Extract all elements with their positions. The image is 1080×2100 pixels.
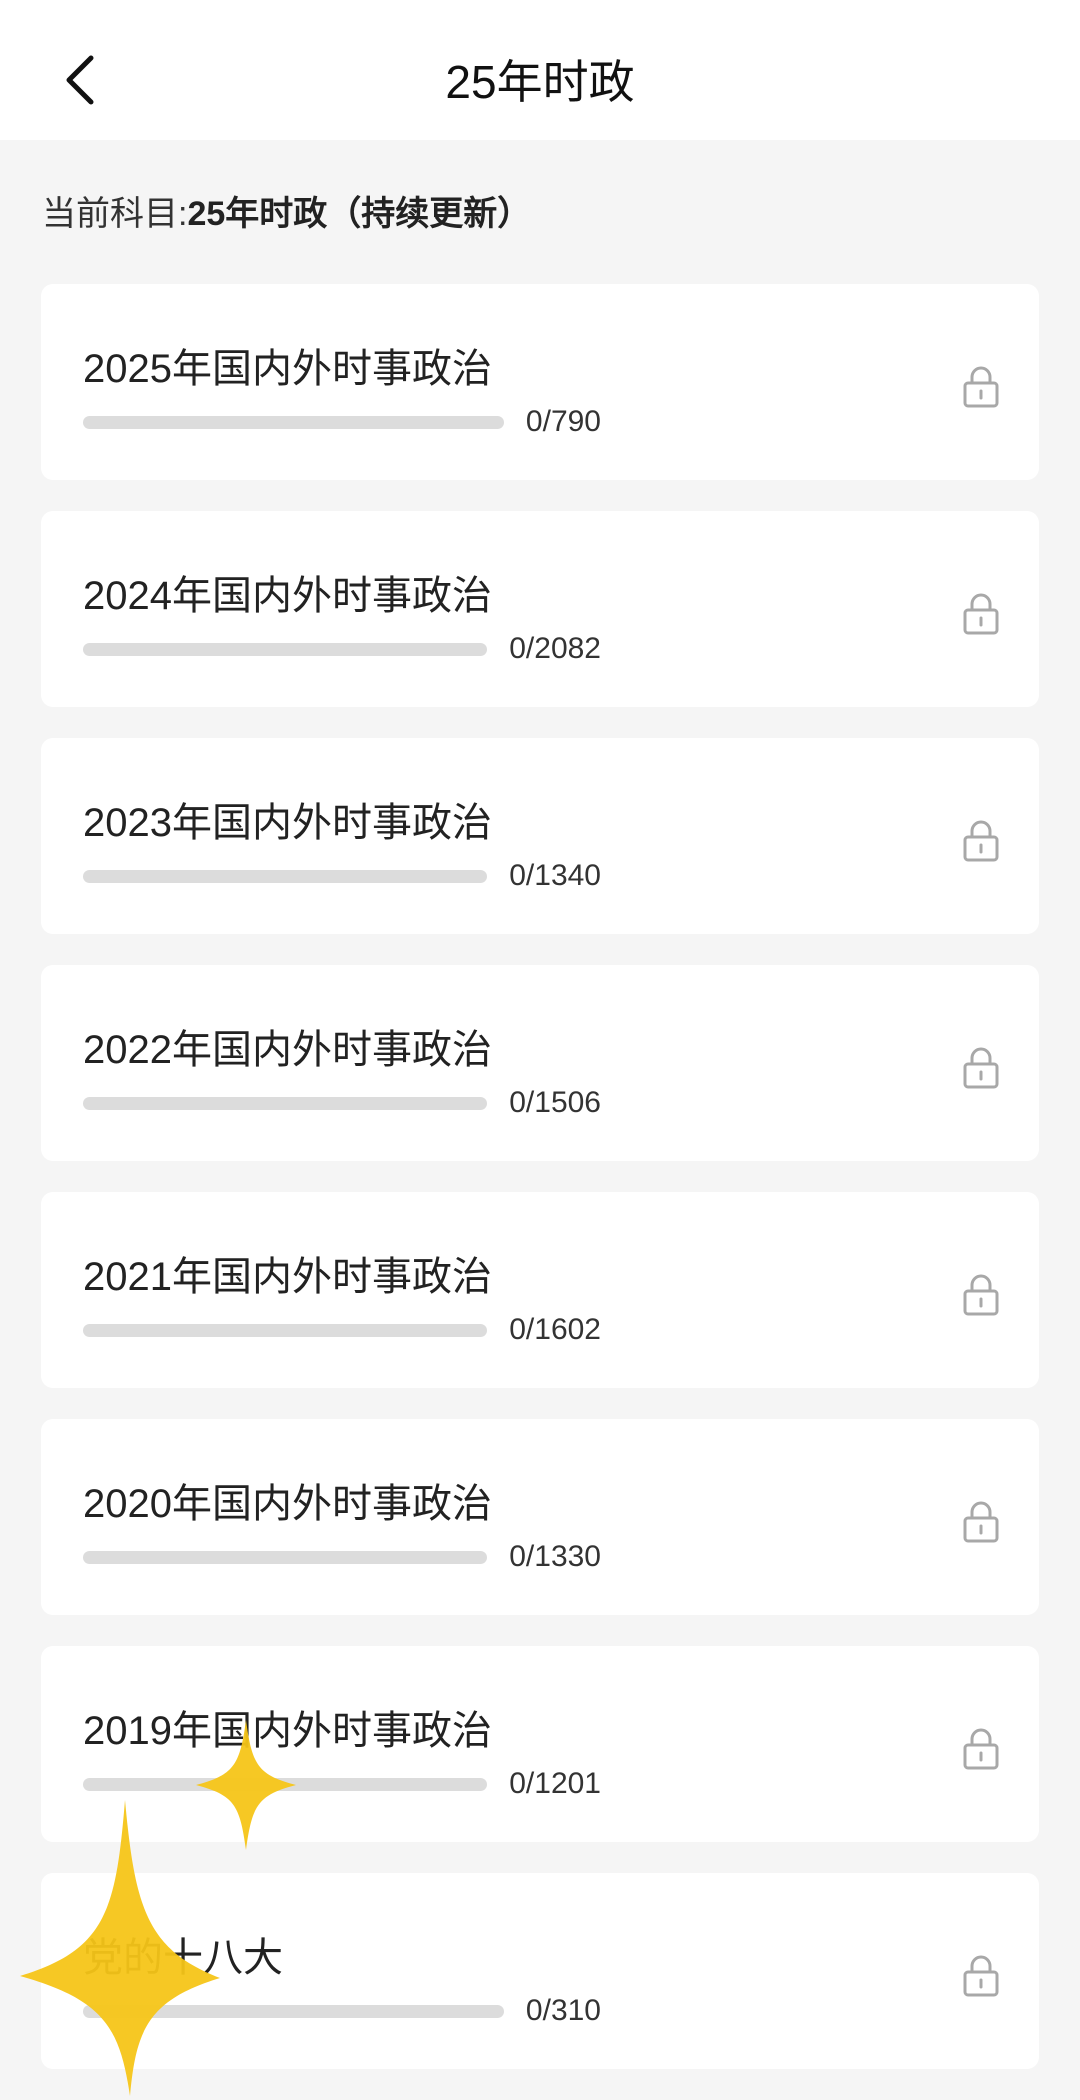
- chapter-title: 2022年国内外时事政治: [83, 1028, 492, 1072]
- progress-bar: [83, 2004, 504, 2018]
- chapter-title: 2025年国内外时事政治: [83, 347, 492, 391]
- lock-icon: [963, 1728, 999, 1770]
- progress-row: 0/1506: [83, 1085, 601, 1121]
- progress-count: 0/1340: [509, 859, 601, 892]
- chapter-title: 2023年国内外时事政治: [83, 801, 492, 845]
- progress-row: 0/1330: [83, 1539, 601, 1575]
- nav-bar: 25年时政: [0, 0, 1080, 140]
- progress-bar: [83, 642, 488, 656]
- lock-icon: [963, 1955, 999, 1997]
- chapter-card[interactable]: 党的十八大 0/310: [41, 1873, 1039, 2069]
- progress-bar: [83, 415, 504, 429]
- chapter-title: 2021年国内外时事政治: [83, 1255, 492, 1299]
- chapter-card[interactable]: 2022年国内外时事政治 0/1506: [41, 965, 1039, 1161]
- lock-icon: [963, 1501, 999, 1543]
- progress-count: 0/310: [525, 1994, 601, 2027]
- chapter-card[interactable]: 2021年国内外时事政治 0/1602: [41, 1192, 1039, 1388]
- subject-label: 当前科目:: [42, 195, 188, 233]
- progress-bar: [83, 869, 488, 883]
- chapter-card[interactable]: 2019年国内外时事政治 0/1201: [41, 1646, 1039, 1842]
- chapter-title: 2019年国内外时事政治: [83, 1709, 492, 1753]
- chapter-list: 2025年国内外时事政治 0/790 2024年国内外时事政治 0/2082 2…: [41, 284, 1039, 2100]
- lock-icon: [963, 593, 999, 635]
- lock-icon: [963, 1274, 999, 1316]
- progress-row: 0/1602: [83, 1312, 601, 1348]
- lock-icon: [963, 1047, 999, 1089]
- chapter-title: 党的十八大: [83, 1936, 283, 1980]
- progress-count: 0/1201: [509, 1767, 601, 1800]
- chapter-card[interactable]: 2024年国内外时事政治 0/2082: [41, 511, 1039, 707]
- current-subject: 当前科目:25年时政（持续更新）: [42, 186, 531, 235]
- progress-bar: [83, 1323, 488, 1337]
- progress-row: 0/310: [83, 1993, 601, 2029]
- page-title: 25年时政: [445, 56, 635, 108]
- progress-count: 0/1602: [509, 1313, 601, 1346]
- progress-bar: [83, 1550, 488, 1564]
- chapter-card[interactable]: 2020年国内外时事政治 0/1330: [41, 1419, 1039, 1615]
- progress-count: 0/790: [525, 405, 601, 438]
- subject-value: 25年时政（持续更新）: [187, 195, 532, 233]
- progress-row: 0/790: [83, 404, 601, 440]
- chapter-card[interactable]: 2023年国内外时事政治 0/1340: [41, 738, 1039, 934]
- progress-row: 0/1201: [83, 1766, 601, 1802]
- progress-count: 0/1330: [509, 1540, 601, 1573]
- progress-row: 0/1340: [83, 858, 601, 894]
- chapter-title: 2024年国内外时事政治: [83, 574, 492, 618]
- lock-icon: [963, 820, 999, 862]
- chapter-card[interactable]: 2025年国内外时事政治 0/790: [41, 284, 1039, 480]
- lock-icon: [963, 366, 999, 408]
- progress-bar: [83, 1777, 488, 1791]
- progress-row: 0/2082: [83, 631, 601, 667]
- chapter-title: 2020年国内外时事政治: [83, 1482, 492, 1526]
- progress-count: 0/2082: [509, 632, 601, 665]
- progress-count: 0/1506: [509, 1086, 601, 1119]
- progress-bar: [83, 1096, 488, 1110]
